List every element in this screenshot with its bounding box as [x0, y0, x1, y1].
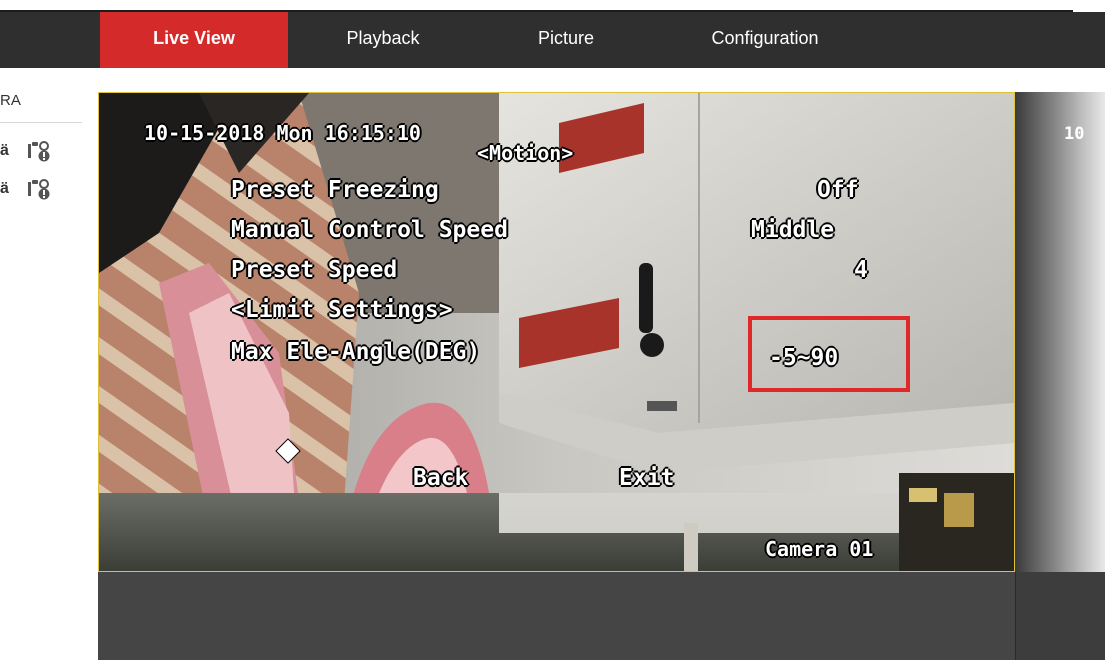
camera-list-item[interactable]: ä: [0, 178, 70, 200]
osd-row-label: <Limit Settings>: [231, 297, 453, 323]
osd-back: Back: [413, 465, 469, 491]
secondary-video-pane[interactable]: 10: [1015, 92, 1105, 572]
camera-settings-icon[interactable]: [26, 140, 54, 162]
secondary-timestamp: 10: [1064, 124, 1085, 144]
main-nav: Live View Playback Picture Configuration: [0, 12, 1105, 68]
sidebar-divider: [0, 122, 82, 123]
tab-picture[interactable]: Picture: [506, 12, 626, 68]
sidebar-title: RA: [0, 92, 21, 109]
tab-live-view[interactable]: Live View: [100, 12, 288, 68]
video-toolbar-right: [1015, 572, 1105, 660]
camera-list-item[interactable]: ä: [0, 140, 70, 162]
osd-row-label: Manual Control Speed: [231, 217, 508, 243]
osd-row-value: 4: [854, 257, 868, 283]
video-toolbar: [98, 572, 1015, 660]
osd-timestamp: 10-15-2018 Mon 16:15:10: [144, 121, 421, 145]
osd-menu-title: <Motion>: [477, 141, 574, 165]
tab-playback[interactable]: Playback: [318, 12, 448, 68]
camera-sidebar: RA ä ä: [0, 68, 98, 660]
osd-row-label: Max Ele-Angle(DEG): [231, 339, 481, 365]
osd-row-value: Off: [817, 177, 859, 203]
osd-exit: Exit: [619, 465, 675, 491]
osd-row-value: Middle: [751, 217, 835, 243]
osd-row-label: Preset Speed: [231, 257, 398, 283]
tab-configuration[interactable]: Configuration: [690, 12, 840, 68]
camera-item-glyph: ä: [0, 180, 9, 197]
camera-settings-icon[interactable]: [26, 178, 54, 200]
osd-camera-name: Camera 01: [765, 537, 874, 561]
osd-row-label: Preset Freezing: [231, 177, 439, 203]
camera-item-glyph: ä: [0, 142, 9, 159]
highlight-annotation-box: [748, 316, 910, 392]
